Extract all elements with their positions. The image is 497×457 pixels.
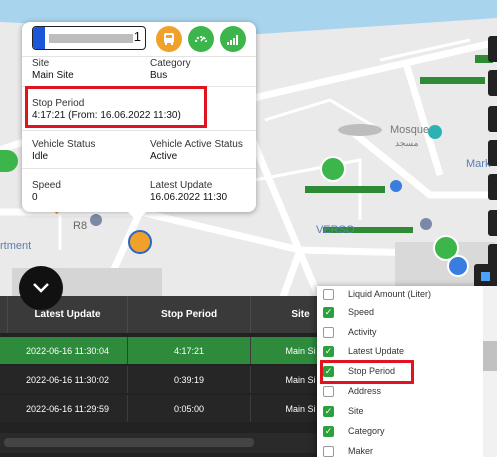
cell-latest-update: 2022-06-16 11:30:04 <box>8 337 128 364</box>
column-option-label: Speed <box>348 307 375 317</box>
column-option-label: Liquid Amount (Liter) <box>348 289 432 299</box>
scrollbar-thumb[interactable] <box>4 438 254 447</box>
column-option-label: Site <box>348 406 364 416</box>
map-tool-button[interactable] <box>488 210 497 236</box>
column-option-label: Maker <box>348 446 374 456</box>
map-tool-button[interactable] <box>488 140 497 166</box>
license-plate: 1 <box>32 26 146 50</box>
vehicle-status-label: Vehicle Status <box>32 139 96 150</box>
site-label: Site <box>32 58 50 69</box>
column-option[interactable]: Address <box>323 383 381 399</box>
scrollbar-thumb[interactable] <box>483 341 497 371</box>
latest-update-field: Latest Update 16.06.2022 11:30 <box>150 180 227 204</box>
cell-stop-period: 4:17:21 <box>128 337 251 364</box>
column-option[interactable]: Maker <box>323 443 373 457</box>
column-option[interactable]: ✓ Latest Update <box>323 343 404 359</box>
vehicle-active-status-field: Vehicle Active Status Active <box>150 139 243 163</box>
column-option-label: Latest Update <box>348 346 405 356</box>
checkbox[interactable] <box>323 288 334 300</box>
chevron-down-icon <box>33 283 49 293</box>
bus-icon <box>164 33 174 45</box>
map-label-verso: VERSO <box>316 224 355 236</box>
speed-field: Speed 0 <box>32 180 61 204</box>
table-header-stop-period[interactable]: Stop Period <box>128 296 251 333</box>
map-label-mark: Mark <box>466 158 491 170</box>
checkbox-checked[interactable]: ✓ <box>323 405 334 417</box>
column-option-label: Activity <box>348 327 377 337</box>
map-label-r8: R8 <box>73 220 88 232</box>
map-tool-button[interactable] <box>488 106 497 132</box>
column-option[interactable]: Liquid Amount (Liter) <box>323 286 431 302</box>
vehicle-active-status-value: Active <box>150 151 178 162</box>
speed-button[interactable] <box>188 26 214 52</box>
map-label-mosque: Mosque <box>390 124 430 136</box>
column-chooser-scrollbar[interactable] <box>483 286 497 457</box>
poi-marker-shop <box>90 214 102 226</box>
category-label: Category <box>150 58 191 69</box>
plate-country-strip <box>33 27 45 49</box>
speedometer-icon <box>195 36 207 43</box>
poi-marker-shop <box>420 218 432 230</box>
checkbox[interactable] <box>323 445 334 457</box>
column-option[interactable]: ✓ Speed <box>323 304 374 320</box>
horizontal-scrollbar[interactable] <box>0 433 317 453</box>
map-label-mosque-arabic: مسجد <box>395 138 419 148</box>
vehicle-marker-blue[interactable] <box>447 255 469 277</box>
cell-stop-period: 0:05:00 <box>128 395 251 422</box>
map-label-apartment: rtment <box>0 240 32 252</box>
vehicle-status-value: Idle <box>32 151 49 162</box>
plate-number-redacted <box>49 34 133 43</box>
latest-update-value: 16.06.2022 11:30 <box>150 192 228 203</box>
vehicle-marker-green[interactable] <box>320 156 346 182</box>
checkbox[interactable] <box>323 385 334 397</box>
checkbox[interactable] <box>323 326 334 338</box>
speed-label: Speed <box>32 180 61 191</box>
signal-button[interactable] <box>220 26 246 52</box>
column-chooser-toggle-button[interactable] <box>474 264 497 288</box>
vehicle-active-status-label: Vehicle Active Status <box>150 139 243 150</box>
checkbox-checked[interactable]: ✓ <box>323 425 334 437</box>
plate-number-suffix: 1 <box>133 29 141 44</box>
map-tool-button[interactable] <box>488 174 497 200</box>
poi-marker-shop <box>390 180 402 192</box>
category-field: Category Bus <box>150 58 191 82</box>
checkbox-checked[interactable]: ✓ <box>323 345 334 357</box>
column-option[interactable]: Activity <box>323 324 377 340</box>
latest-update-label: Latest Update <box>150 180 213 191</box>
column-option-label: Category <box>348 426 385 436</box>
checkbox-checked[interactable]: ✓ <box>323 306 334 318</box>
site-value: Main Site <box>32 70 74 81</box>
column-option[interactable]: ✓ Site <box>323 403 364 419</box>
signal-icon <box>227 35 238 45</box>
cell-latest-update: 2022-06-16 11:30:02 <box>8 366 128 393</box>
site-field: Site Main Site <box>32 58 74 82</box>
grid-icon <box>481 271 490 281</box>
column-option-label: Address <box>348 386 382 396</box>
stop-period-highlight <box>25 86 207 128</box>
vehicle-status-field: Vehicle Status Idle <box>32 139 95 163</box>
category-value: Bus <box>150 70 168 81</box>
speed-value: 0 <box>32 192 38 203</box>
table-header-cell[interactable] <box>0 296 8 333</box>
column-option[interactable]: ✓ Category <box>323 423 385 439</box>
vehicle-marker-selected-bus[interactable] <box>128 230 152 254</box>
collapse-panel-button[interactable] <box>19 266 63 310</box>
map-tool-button[interactable] <box>488 70 497 96</box>
cell-latest-update: 2022-06-16 11:29:59 <box>8 395 128 422</box>
cell-stop-period: 0:39:19 <box>128 366 251 393</box>
bus-category-button[interactable] <box>156 26 182 52</box>
map-tool-button[interactable] <box>488 36 497 62</box>
stop-period-option-highlight <box>320 360 414 384</box>
